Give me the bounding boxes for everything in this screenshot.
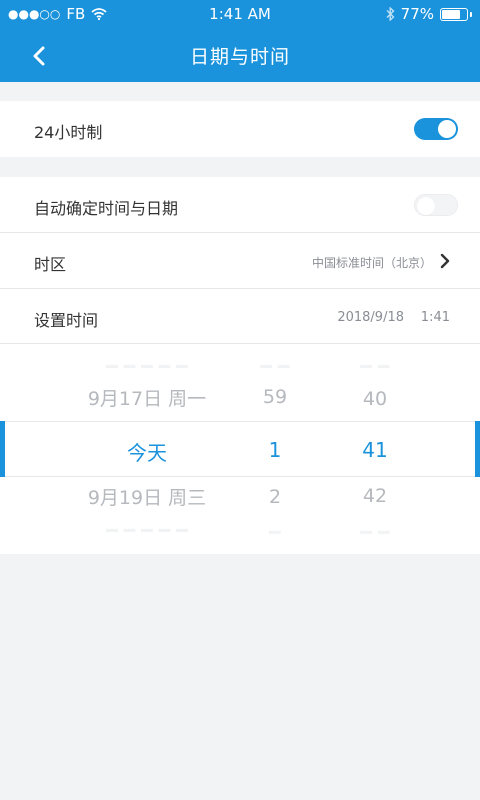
app-header: ●●●○○ FB 1:41 AM 77% 日期与时间 [0, 0, 480, 82]
auto-datetime-toggle[interactable] [414, 194, 458, 216]
picker-date-above[interactable]: 9月17日 周一 [40, 384, 254, 411]
row-24h-clock: 24小时制 [0, 101, 480, 157]
nav-bar: 日期与时间 [0, 28, 480, 82]
set-time-time: 1:41 [420, 310, 450, 325]
status-right: 77% [386, 5, 472, 23]
auto-datetime-label: 自动确定时间与日期 [34, 199, 179, 218]
row-timezone[interactable]: 时区 中国标准时间（北京） [0, 233, 480, 289]
time-picker[interactable]: ━ ━ ━ ━ ━ ━ ━ ━ ━ 9月17日 周一 59 40 今天 1 41… [0, 344, 480, 554]
chevron-right-icon [440, 253, 450, 269]
picker-date-below[interactable]: 9月19日 周三 [40, 483, 254, 510]
picker-minute-above[interactable]: 40 [340, 388, 410, 410]
battery-percent: 77% [400, 5, 434, 23]
battery-icon [440, 7, 468, 21]
timezone-label: 时区 [34, 255, 67, 274]
picker-fade-top [0, 344, 480, 384]
picker-hour-below[interactable]: 2 [240, 486, 310, 508]
timezone-value: 中国标准时间（北京） [311, 256, 432, 270]
bluetooth-icon [386, 7, 395, 21]
toggle-knob [438, 120, 456, 138]
picker-hour-above[interactable]: 59 [240, 386, 310, 408]
picker-selection-marker-right [475, 421, 480, 477]
clock-24h-label: 24小时制 [34, 123, 103, 142]
row-set-time[interactable]: 设置时间 2018/9/18 1:41 [0, 289, 480, 345]
picker-hour-selected[interactable]: 1 [240, 438, 310, 462]
status-bar: ●●●○○ FB 1:41 AM 77% [0, 0, 480, 28]
battery-level [442, 9, 460, 19]
set-time-label: 设置时间 [34, 311, 99, 330]
battery-cap [470, 11, 472, 17]
picker-minute-below[interactable]: 42 [340, 485, 410, 507]
picker-date-selected[interactable]: 今天 [40, 437, 254, 466]
picker-fade-bottom [0, 514, 480, 554]
picker-minute-selected[interactable]: 41 [340, 438, 410, 462]
row-auto-datetime: 自动确定时间与日期 [0, 177, 480, 233]
toggle-knob [417, 197, 435, 215]
set-time-date: 2018/9/18 [337, 310, 404, 325]
clock-24h-toggle[interactable] [414, 118, 458, 140]
picker-selection-marker-left [0, 421, 5, 477]
page-title: 日期与时间 [189, 46, 290, 68]
